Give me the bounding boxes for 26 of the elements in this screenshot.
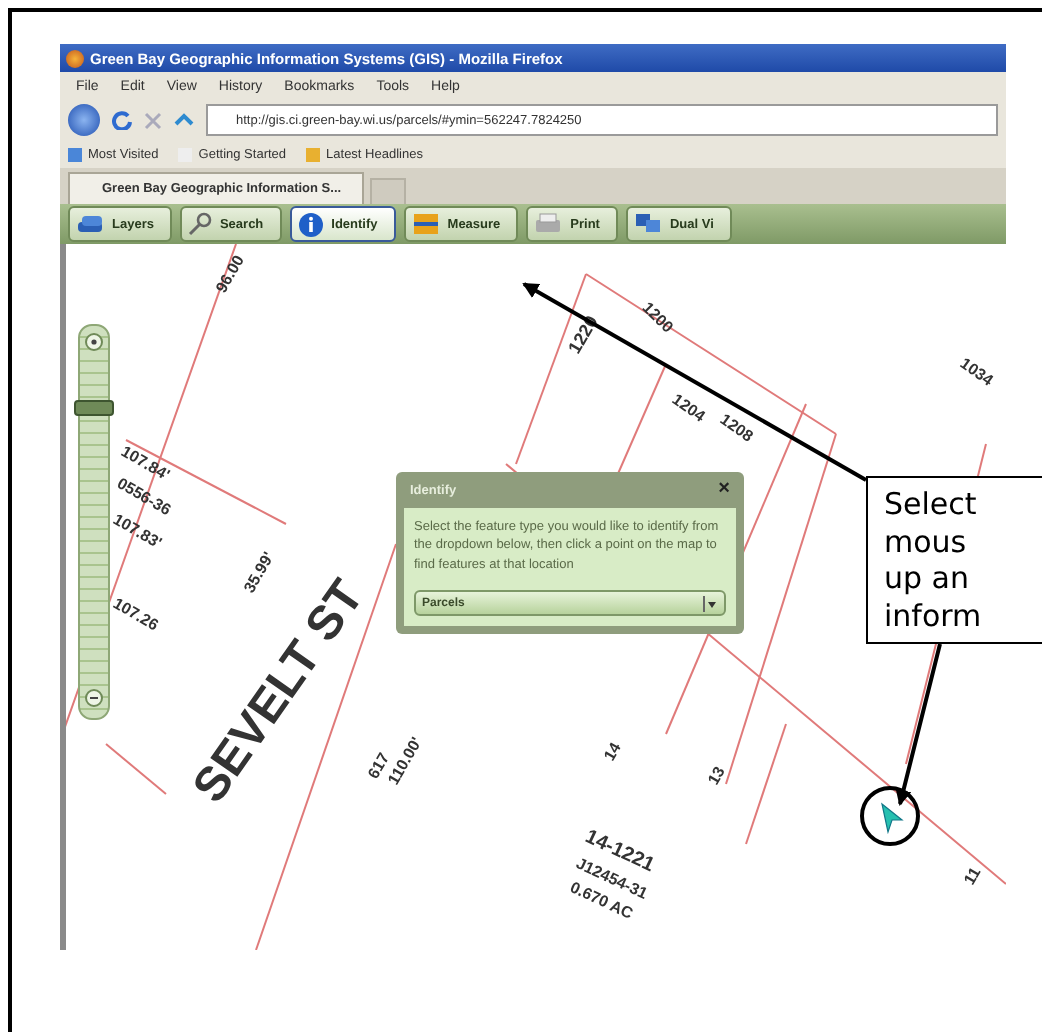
back-button[interactable] xyxy=(68,104,100,136)
map-label: 13 xyxy=(706,764,729,788)
map-label: 14 xyxy=(602,740,625,764)
search-icon xyxy=(187,212,212,236)
callout-text: inform xyxy=(884,597,984,634)
zoom-out-icon[interactable] xyxy=(84,688,104,708)
callout-text: mous xyxy=(884,523,969,560)
monitor-icon xyxy=(633,212,662,236)
info-icon xyxy=(297,211,324,237)
browser-logo-icon xyxy=(66,49,84,67)
zoom-slider[interactable] xyxy=(78,324,110,720)
cursor-icon xyxy=(880,802,904,834)
home-icon[interactable] xyxy=(174,111,194,129)
highlight-circle xyxy=(860,786,920,846)
slider-thumb[interactable] xyxy=(74,400,114,416)
printer-icon xyxy=(534,212,563,236)
map-label: 1208 xyxy=(716,412,756,446)
dropdown-arrow-icon xyxy=(702,595,718,612)
close-button[interactable]: × xyxy=(718,480,730,500)
callout-text: up an xyxy=(884,560,971,597)
map-label: 11 xyxy=(962,865,985,888)
zoom-in-icon[interactable] xyxy=(84,332,104,352)
layers-icon xyxy=(76,214,104,234)
ruler-icon xyxy=(411,212,440,236)
callout-text: Select xyxy=(884,486,979,523)
reload-icon[interactable] xyxy=(112,110,132,130)
